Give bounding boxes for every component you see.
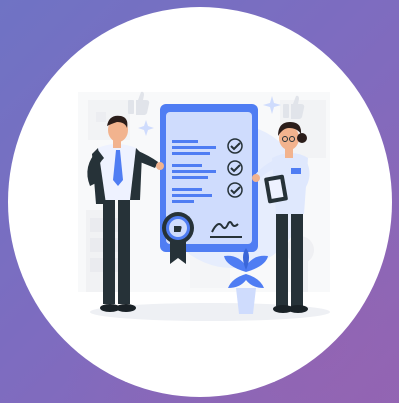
certificate-illustration [78, 91, 330, 321]
